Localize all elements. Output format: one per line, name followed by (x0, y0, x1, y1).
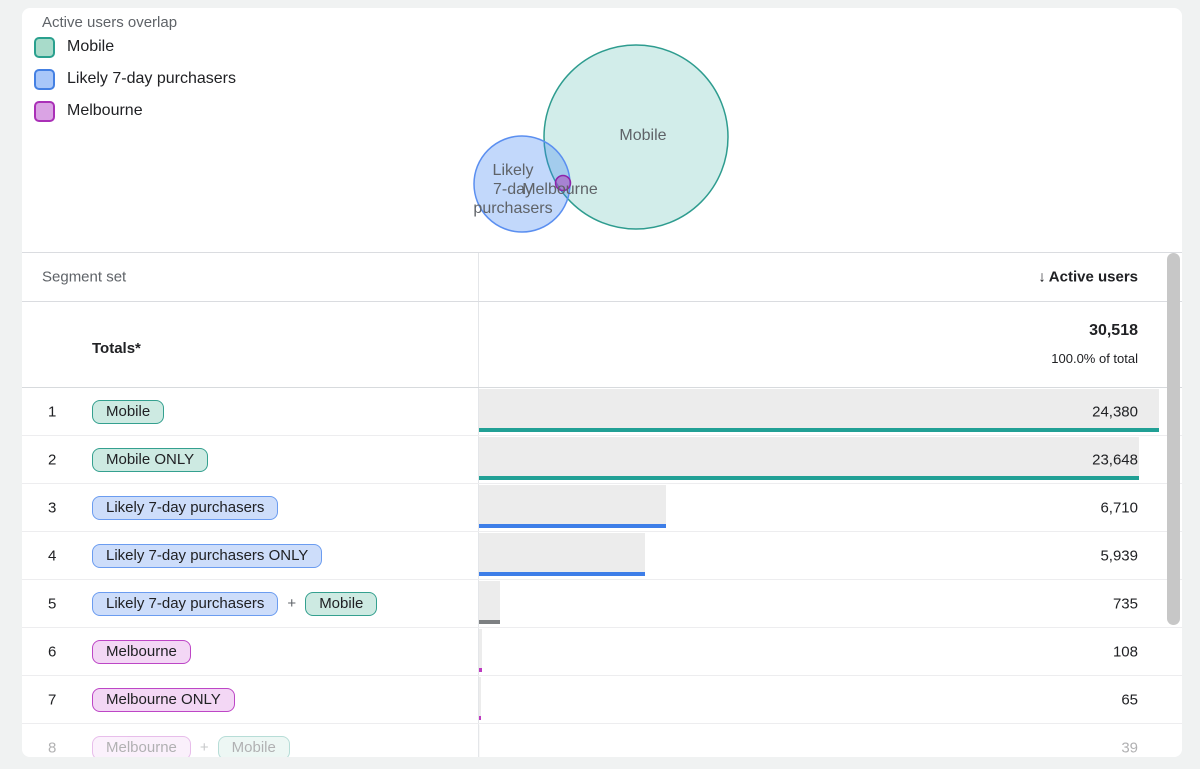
segment-chips: Likely 7-day purchasers ONLY (92, 544, 322, 568)
segment-chips: Melbourne + Mobile (92, 736, 290, 758)
legend-label: Likely 7-day purchasers (67, 70, 236, 88)
column-divider (478, 302, 479, 387)
value-bar (479, 581, 500, 624)
active-users-value: 5,939 (1100, 547, 1138, 564)
legend-swatch-icon (34, 101, 55, 122)
table-row: 3 Likely 7-day purchasers 6,710 (22, 484, 1182, 532)
table-row: 7 Melbourne ONLY 65 (22, 676, 1182, 724)
chip-plus-separator: + (200, 739, 209, 756)
table-row: 4 Likely 7-day purchasers ONLY 5,939 (22, 532, 1182, 580)
row-number: 3 (48, 499, 56, 516)
legend-swatch-icon (34, 69, 55, 90)
active-users-value: 108 (1113, 643, 1138, 660)
value-bar (479, 485, 666, 528)
totals-label: Totals* (92, 340, 141, 357)
table-row: 2 Mobile ONLY 23,648 (22, 436, 1182, 484)
table-row: 6 Melbourne 108 (22, 628, 1182, 676)
active-users-value: 24,380 (1092, 403, 1138, 420)
table-header-row: Segment set ↓ Active users (22, 253, 1182, 302)
value-bar (479, 437, 1139, 480)
active-users-value: 65 (1121, 691, 1138, 708)
active-users-header[interactable]: ↓ Active users (1038, 269, 1138, 286)
table-row: 1 Mobile 24,380 (22, 388, 1182, 436)
segment-chips: Likely 7-day purchasers + Mobile (92, 592, 377, 616)
segment-chip: Likely 7-day purchasers ONLY (92, 544, 322, 568)
chip-plus-separator: + (287, 595, 296, 612)
segment-chip: Mobile (305, 592, 377, 616)
active-users-value: 735 (1113, 595, 1138, 612)
value-bar (479, 533, 645, 576)
segment-table: Segment set ↓ Active users Totals* 30,51… (22, 252, 1182, 757)
row-number: 2 (48, 451, 56, 468)
table-row: 8 Melbourne + Mobile 39 (22, 724, 1182, 757)
legend-label: Melbourne (67, 102, 143, 120)
totals-percent: 100.0% of total (1051, 351, 1138, 366)
active-users-value: 39 (1121, 739, 1138, 756)
value-bar (479, 677, 481, 720)
totals-values: 30,518 100.0% of total (1051, 320, 1138, 366)
sort-descending-icon[interactable]: ↓ (1038, 269, 1046, 286)
row-number: 4 (48, 547, 56, 564)
segment-set-header: Segment set (42, 269, 126, 286)
segment-chip: Melbourne ONLY (92, 688, 235, 712)
venn-label-mobile: Mobile (619, 127, 666, 144)
venn-chart-section: Active users overlap Mobile Likely 7-day… (22, 8, 1182, 252)
row-number: 5 (48, 595, 56, 612)
value-bar (479, 629, 482, 672)
active-users-header-label: Active users (1049, 269, 1138, 286)
venn-label-purchasers-line3: purchasers (473, 200, 552, 217)
segment-chip: Melbourne (92, 640, 191, 664)
segment-chips: Mobile ONLY (92, 448, 208, 472)
segment-chips: Likely 7-day purchasers (92, 496, 278, 520)
scrollbar-thumb[interactable] (1167, 253, 1180, 625)
row-number: 8 (48, 739, 56, 756)
legend: Mobile Likely 7-day purchasers Melbourne (34, 36, 236, 122)
venn-label-purchasers-line1: Likely (493, 162, 534, 179)
legend-label: Mobile (67, 38, 114, 56)
table-body: 1 Mobile 24,380 2 Mobile ONLY 23,648 3 L… (22, 388, 1182, 757)
venn-label-melbourne: Melbourne (522, 181, 598, 198)
legend-item: Likely 7-day purchasers (34, 68, 236, 90)
totals-value: 30,518 (1051, 320, 1138, 342)
segment-chip: Mobile (218, 736, 290, 758)
active-users-value: 23,648 (1092, 451, 1138, 468)
segment-chip: Mobile (92, 400, 164, 424)
totals-row: Totals* 30,518 100.0% of total (22, 302, 1182, 388)
row-number: 1 (48, 403, 56, 420)
segment-chip: Likely 7-day purchasers (92, 496, 278, 520)
legend-swatch-icon (34, 37, 55, 58)
row-number: 7 (48, 691, 56, 708)
legend-item: Melbourne (34, 100, 236, 122)
segment-chip: Melbourne (92, 736, 191, 758)
row-number: 6 (48, 643, 56, 660)
segment-chip: Likely 7-day purchasers (92, 592, 278, 616)
value-bar (479, 389, 1159, 432)
segment-chips: Melbourne ONLY (92, 688, 235, 712)
segment-chip: Mobile ONLY (92, 448, 208, 472)
active-users-value: 6,710 (1100, 499, 1138, 516)
legend-item: Mobile (34, 36, 236, 58)
overlap-report-card: Active users overlap Mobile Likely 7-day… (22, 8, 1182, 757)
value-bar (479, 725, 480, 757)
segment-chips: Melbourne (92, 640, 191, 664)
column-divider (478, 253, 479, 301)
table-row: 5 Likely 7-day purchasers + Mobile 735 (22, 580, 1182, 628)
segment-chips: Mobile (92, 400, 164, 424)
